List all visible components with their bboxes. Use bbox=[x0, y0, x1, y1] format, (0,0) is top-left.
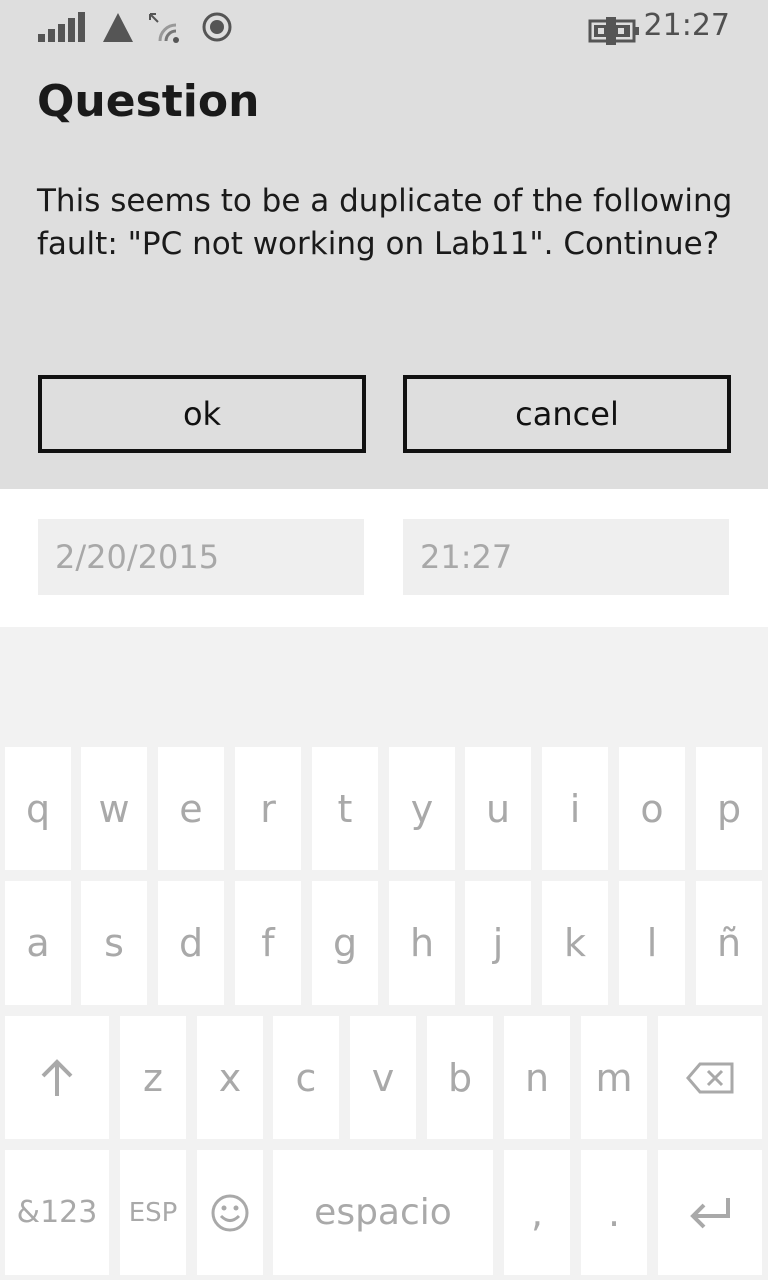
key-c[interactable]: c bbox=[273, 1016, 339, 1139]
key-x[interactable]: x bbox=[197, 1016, 263, 1139]
emoji-key[interactable] bbox=[197, 1150, 263, 1275]
battery-charging-icon bbox=[588, 17, 639, 45]
key-y[interactable]: y bbox=[389, 747, 455, 870]
key-q[interactable]: q bbox=[5, 747, 71, 870]
date-field[interactable]: 2/20/2015 bbox=[38, 519, 364, 595]
key-n[interactable]: n bbox=[504, 1016, 570, 1139]
backspace-key[interactable] bbox=[658, 1016, 762, 1139]
key-i[interactable]: i bbox=[542, 747, 608, 870]
comma-key[interactable]: , bbox=[504, 1150, 570, 1275]
key-n-tilde[interactable]: ñ bbox=[696, 881, 762, 1005]
shift-key[interactable] bbox=[5, 1016, 109, 1139]
status-bar: 21:27 bbox=[0, 0, 768, 56]
dialog-message: This seems to be a duplicate of the foll… bbox=[37, 183, 733, 262]
key-g[interactable]: g bbox=[312, 881, 378, 1005]
signal-strength-icon bbox=[38, 12, 85, 42]
key-h[interactable]: h bbox=[389, 881, 455, 1005]
location-icon bbox=[202, 12, 232, 42]
key-s[interactable]: s bbox=[81, 881, 147, 1005]
question-dialog: 21:27 Question This seems to be a duplic… bbox=[0, 0, 768, 489]
smiley-icon bbox=[211, 1194, 249, 1231]
wifi-icon bbox=[149, 13, 179, 43]
numbers-symbols-key[interactable]: &123 bbox=[5, 1150, 109, 1275]
space-key[interactable]: espacio bbox=[273, 1150, 493, 1275]
key-p[interactable]: p bbox=[696, 747, 762, 870]
key-d[interactable]: d bbox=[158, 881, 224, 1005]
key-f[interactable]: f bbox=[235, 881, 301, 1005]
on-screen-keyboard: q w e r t y u i o p a s d f g h j k l ñ … bbox=[0, 627, 768, 1280]
key-o[interactable]: o bbox=[619, 747, 685, 870]
data-connection-icon bbox=[103, 13, 133, 42]
time-field[interactable]: 21:27 bbox=[403, 519, 729, 595]
key-b[interactable]: b bbox=[427, 1016, 493, 1139]
enter-arrow-icon bbox=[690, 1197, 730, 1228]
key-a[interactable]: a bbox=[5, 881, 71, 1005]
key-k[interactable]: k bbox=[542, 881, 608, 1005]
period-key[interactable]: . bbox=[581, 1150, 647, 1275]
cancel-button[interactable]: cancel bbox=[403, 375, 731, 453]
clock: 21:27 bbox=[643, 8, 730, 43]
key-j[interactable]: j bbox=[465, 881, 531, 1005]
key-m[interactable]: m bbox=[581, 1016, 647, 1139]
shift-arrow-icon bbox=[41, 1058, 73, 1096]
key-l[interactable]: l bbox=[619, 881, 685, 1005]
key-u[interactable]: u bbox=[465, 747, 531, 870]
language-key[interactable]: ESP bbox=[120, 1150, 186, 1275]
ok-button[interactable]: ok bbox=[38, 375, 366, 453]
backspace-icon bbox=[686, 1062, 734, 1093]
key-t[interactable]: t bbox=[312, 747, 378, 870]
key-v[interactable]: v bbox=[350, 1016, 416, 1139]
key-w[interactable]: w bbox=[81, 747, 147, 870]
key-e[interactable]: e bbox=[158, 747, 224, 870]
dialog-title: Question bbox=[37, 76, 260, 127]
key-z[interactable]: z bbox=[120, 1016, 186, 1139]
enter-key[interactable] bbox=[658, 1150, 762, 1275]
key-r[interactable]: r bbox=[235, 747, 301, 870]
